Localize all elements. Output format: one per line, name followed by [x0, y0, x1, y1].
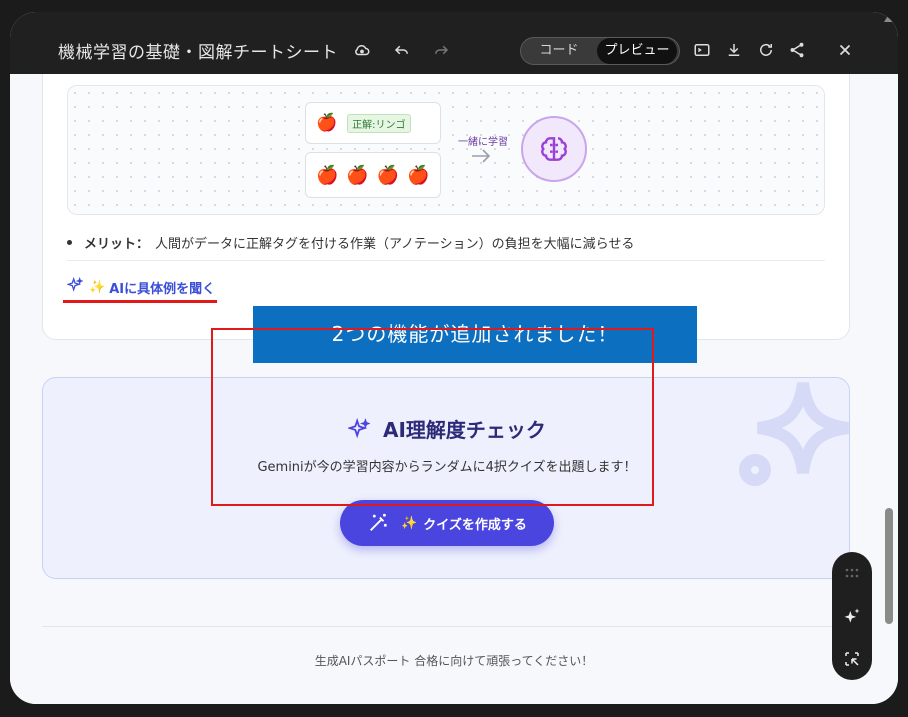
arrow-label: 一緒に学習 — [458, 137, 508, 148]
scroll-up-icon[interactable] — [884, 14, 894, 22]
label-tag: 正解:リンゴ — [347, 113, 411, 133]
ask-ai-label: AIに具体例を聞く — [109, 281, 216, 297]
refresh-icon[interactable] — [756, 40, 776, 60]
apple-icon: 🍎 — [407, 164, 430, 186]
preview-view-button[interactable]: プレビュー — [597, 38, 677, 64]
learning-diagram: 🍎 正解:リンゴ 🍎 🍎 🍎 🍎 一緒に学習 — [67, 85, 825, 215]
highlight-underline — [63, 300, 217, 303]
magic-wand-icon — [367, 512, 389, 534]
unlabeled-data-box: 🍎 🍎 🍎 🍎 — [305, 152, 441, 198]
apple-icon: 🍎 — [346, 164, 369, 186]
merit-text: 人間がデータに正解タグを付ける作業（アノテーション）の負担を大幅に減らせる — [155, 237, 635, 252]
apple-icon: 🍎 — [316, 164, 339, 186]
ask-ai-link[interactable]: ✨ AIに具体例を聞く — [66, 276, 216, 297]
sparkles-emoji: ✨ — [401, 515, 418, 531]
arrow-right-icon — [471, 148, 491, 168]
divider — [42, 626, 850, 627]
download-icon[interactable] — [724, 40, 744, 60]
terminal-icon[interactable] — [692, 40, 712, 60]
document-title: 機械学習の基礎・図解チートシート — [58, 43, 338, 63]
redo-icon[interactable] — [431, 40, 451, 60]
floating-toolbar — [832, 552, 872, 680]
ai-sparkle-icon[interactable] — [840, 604, 864, 628]
labeled-data-box: 🍎 正解:リンゴ — [305, 102, 441, 144]
cloud-sync-icon[interactable] — [352, 40, 372, 60]
code-view-button[interactable]: コード — [529, 38, 589, 64]
divider — [67, 260, 825, 261]
share-icon[interactable] — [787, 40, 807, 60]
close-icon[interactable] — [835, 40, 855, 60]
apple-icon: 🍎 — [376, 164, 400, 186]
semi-supervised-card: 🍎 正解:リンゴ 🍎 🍎 🍎 🍎 一緒に学習 メリット： 人間がデータに正解タグ… — [42, 74, 850, 340]
footer-text: 生成AIパスポート 合格に向けて頑張ってください！ — [314, 654, 594, 668]
merit-item: メリット： 人間がデータに正解タグを付ける作業（アノテーション）の負担を大幅に減… — [67, 233, 634, 252]
select-element-icon[interactable] — [840, 647, 864, 671]
undo-icon[interactable] — [392, 40, 412, 60]
merit-label: メリット： — [84, 237, 150, 252]
apple-icon: 🍎 — [316, 112, 338, 133]
create-quiz-button[interactable]: ✨ クイズを作成する — [340, 500, 554, 546]
drag-handle-icon[interactable] — [840, 561, 864, 585]
create-quiz-label: クイズを作成する — [423, 517, 527, 533]
brain-icon — [521, 116, 587, 182]
bullet-icon — [67, 240, 72, 245]
view-toggle: コード プレビュー — [520, 37, 680, 65]
highlight-box — [211, 328, 654, 506]
title-bar: 機械学習の基礎・図解チートシート コード プレビュー — [10, 12, 898, 74]
sparkle-icon — [66, 276, 84, 297]
scrollbar-thumb[interactable] — [885, 508, 893, 624]
sparkles-emoji: ✨ — [89, 279, 106, 295]
